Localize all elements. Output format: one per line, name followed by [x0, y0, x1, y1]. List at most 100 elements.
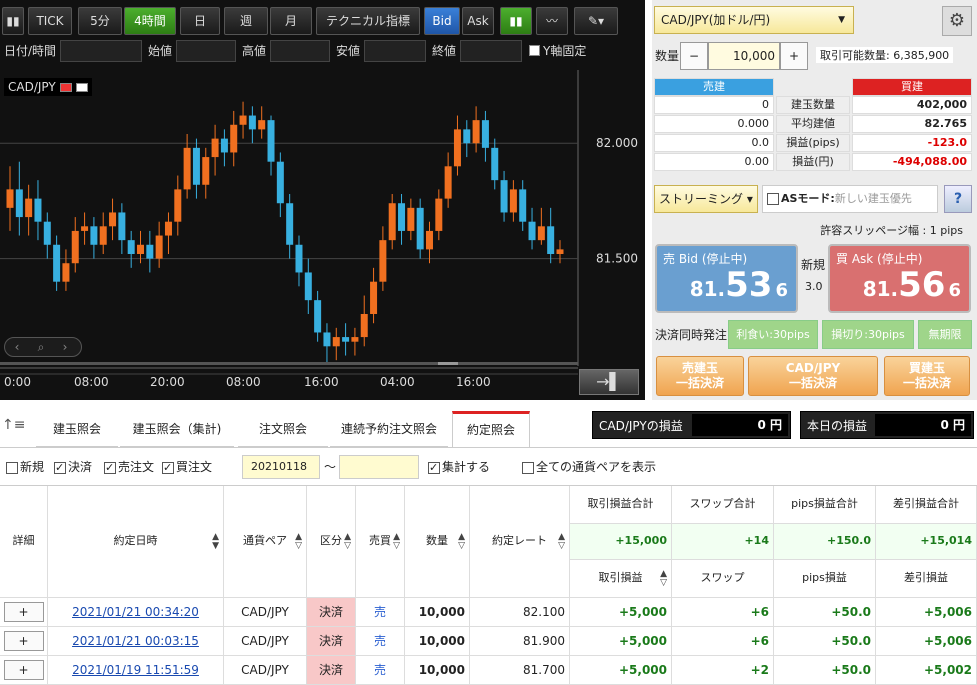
pos-label-avg: 平均建値 — [776, 115, 850, 133]
col-kind[interactable]: 区分 ▲ ▽ — [307, 486, 356, 598]
filter-buy[interactable]: 買注文 — [162, 459, 212, 476]
as-mode-field[interactable]: ASモード:新しい建玉優先 — [762, 185, 938, 213]
sort-icon[interactable]: ▲ ▽ — [458, 532, 465, 551]
gear-icon[interactable]: ⚙ — [942, 6, 972, 36]
candle-body — [155, 235, 163, 259]
stop-loss-button[interactable]: 損切り:30pips — [822, 320, 914, 349]
col-qty[interactable]: 数量 ▲ ▽ — [405, 486, 470, 598]
ask-buy-button[interactable]: 買 Ask (停止中) 81.56 6 — [828, 244, 971, 313]
datetime-link[interactable]: 2021/01/21 00:03:15 — [48, 627, 224, 656]
filter-aggregate[interactable]: 集計する — [428, 459, 490, 476]
sort-icon[interactable]: ▲ ▽ — [558, 532, 565, 551]
month-button[interactable]: 月 — [270, 7, 312, 35]
bar-chart-icon[interactable]: ▮▮ — [2, 7, 24, 35]
streaming-mode-select[interactable]: ストリーミング ▾ — [654, 185, 758, 213]
week-button[interactable]: 週 — [224, 7, 268, 35]
ask-price-small: 6 — [948, 280, 961, 301]
tick-button[interactable]: TICK — [28, 7, 72, 35]
col-pair[interactable]: 通貨ペア ▲ ▽ — [224, 486, 307, 598]
candle-body — [342, 337, 350, 342]
bulk-close-sell-button[interactable]: 売建玉 一括決済 — [656, 356, 744, 396]
line-chart-icon[interactable]: 〰 — [536, 7, 568, 35]
candlestick-icon[interactable]: ▮▮ — [500, 7, 532, 35]
tab-positions[interactable]: 建玉照会 — [36, 411, 118, 447]
collapse-icon[interactable]: ↑≡ — [2, 417, 25, 433]
tab-executions[interactable]: 約定照会 — [452, 411, 530, 447]
qty-plus-button[interactable]: + — [780, 42, 808, 70]
unlimited-button[interactable]: 無期限 — [918, 320, 972, 349]
bulk-close-buy-button[interactable]: 買建玉 一括決済 — [884, 356, 970, 396]
candle-body — [556, 249, 564, 254]
sort-icon[interactable]: ▲ ▽ — [295, 532, 302, 551]
technical-indicator-dropdown[interactable]: テクニカル指標 — [316, 7, 420, 35]
sort-icon[interactable]: ▲ ▼ — [212, 532, 219, 551]
scroll-right-icon[interactable]: › — [53, 338, 77, 356]
filter-all-pairs[interactable]: 全ての通貨ペアを表示 — [522, 459, 656, 475]
expand-button[interactable]: + — [3, 660, 44, 680]
high-label: 高値 — [242, 44, 267, 58]
filter-sell[interactable]: 売注文 — [104, 459, 154, 476]
date-from-input[interactable]: 20210118 — [242, 455, 320, 479]
date-to-input[interactable] — [339, 455, 419, 479]
scroll-left-icon[interactable]: ‹ — [5, 338, 29, 356]
tab-orders[interactable]: 注文照会 — [238, 411, 328, 447]
detail-cell: + — [0, 598, 48, 627]
bid-sell-button[interactable]: 売 Bid (停止中) 81.53 6 — [655, 244, 798, 313]
filter-new-checkbox[interactable] — [6, 461, 18, 474]
chart-symbol-text: CAD/JPY — [8, 80, 56, 94]
currency-pair-select[interactable]: CAD/JPY(加ドル/円) ▼ — [654, 6, 854, 34]
bid-price-small: 6 — [775, 280, 788, 301]
bid-toggle[interactable]: Bid — [424, 7, 460, 35]
filter-settle-checkbox[interactable] — [54, 460, 66, 476]
filter-buy-checkbox[interactable] — [162, 460, 174, 476]
side-cell: 売 — [356, 627, 405, 656]
chart-toolbar: ▮▮ TICK 5分 4時間 日 週 月 テクニカル指標 Bid Ask ▮▮ … — [0, 4, 645, 35]
sort-icon[interactable]: ▲ ▽ — [344, 532, 351, 551]
kind-cell: 決済 — [307, 598, 356, 627]
as-mode-checkbox[interactable] — [767, 193, 779, 205]
bulk-close-pair-button[interactable]: CAD/JPY 一括決済 — [748, 356, 878, 396]
col-rate[interactable]: 約定レート ▲ ▽ — [470, 486, 570, 598]
filter-new[interactable]: 新規 — [6, 459, 44, 475]
candle-body — [435, 198, 443, 231]
scrollbar-thumb[interactable] — [438, 362, 458, 365]
col-trade-pl[interactable]: 取引損益 ▲ ▽ — [570, 560, 672, 598]
low-box — [364, 40, 426, 62]
chart-symbol: CAD/JPY — [4, 78, 92, 96]
price-chart[interactable]: 82.00081.50081.0000:0008:0020:0008:0016:… — [0, 70, 645, 400]
day-button[interactable]: 日 — [180, 7, 220, 35]
datetime-link[interactable]: 2021/01/19 11:51:59 — [48, 656, 224, 685]
filter-all-pairs-checkbox[interactable] — [522, 461, 534, 474]
take-profit-button[interactable]: 利食い:30pips — [728, 320, 818, 349]
qty-input[interactable]: 10,000 — [708, 42, 780, 70]
interval-5min-button[interactable]: 5分 — [78, 7, 122, 35]
kind-cell: 決済 — [307, 656, 356, 685]
col-side[interactable]: 売買 ▲ ▽ — [356, 486, 405, 598]
candle-body — [547, 226, 555, 254]
scroll-to-latest-icon[interactable]: →▌ — [579, 369, 639, 395]
qty-minus-button[interactable]: − — [680, 42, 708, 70]
sort-icon[interactable]: ▲ ▽ — [660, 569, 667, 588]
interval-4h-button[interactable]: 4時間 — [124, 7, 176, 35]
draw-tool-icon[interactable]: ✎▾ — [574, 7, 618, 35]
tab-chain-orders[interactable]: 連続予約注文照会 — [330, 411, 448, 447]
datetime-label: 日付/時間 — [4, 44, 57, 58]
yfix-checkbox[interactable] — [529, 45, 540, 56]
ask-toggle[interactable]: Ask — [462, 7, 494, 35]
tab-positions-summary[interactable]: 建玉照会（集計) — [120, 411, 234, 447]
datetime-link[interactable]: 2021/01/21 00:34:20 — [48, 598, 224, 627]
filter-settle[interactable]: 決済 — [54, 459, 92, 476]
help-icon[interactable]: ? — [944, 185, 972, 213]
expand-button[interactable]: + — [3, 602, 44, 622]
as-mode-label: ASモード: — [781, 192, 835, 205]
filter-sell-checkbox[interactable] — [104, 460, 116, 476]
sort-icon[interactable]: ▲ ▽ — [393, 532, 400, 551]
scrollbar-track[interactable] — [0, 362, 578, 365]
candle-body — [99, 226, 107, 245]
chart-nav-control[interactable]: ‹ ⌕ › — [4, 337, 82, 357]
zoom-icon[interactable]: ⌕ — [29, 338, 53, 356]
expand-button[interactable]: + — [3, 631, 44, 651]
col-datetime[interactable]: 約定日時 ▲ ▼ — [48, 486, 224, 598]
candle-body — [109, 212, 117, 227]
filter-aggregate-checkbox[interactable] — [428, 460, 440, 476]
